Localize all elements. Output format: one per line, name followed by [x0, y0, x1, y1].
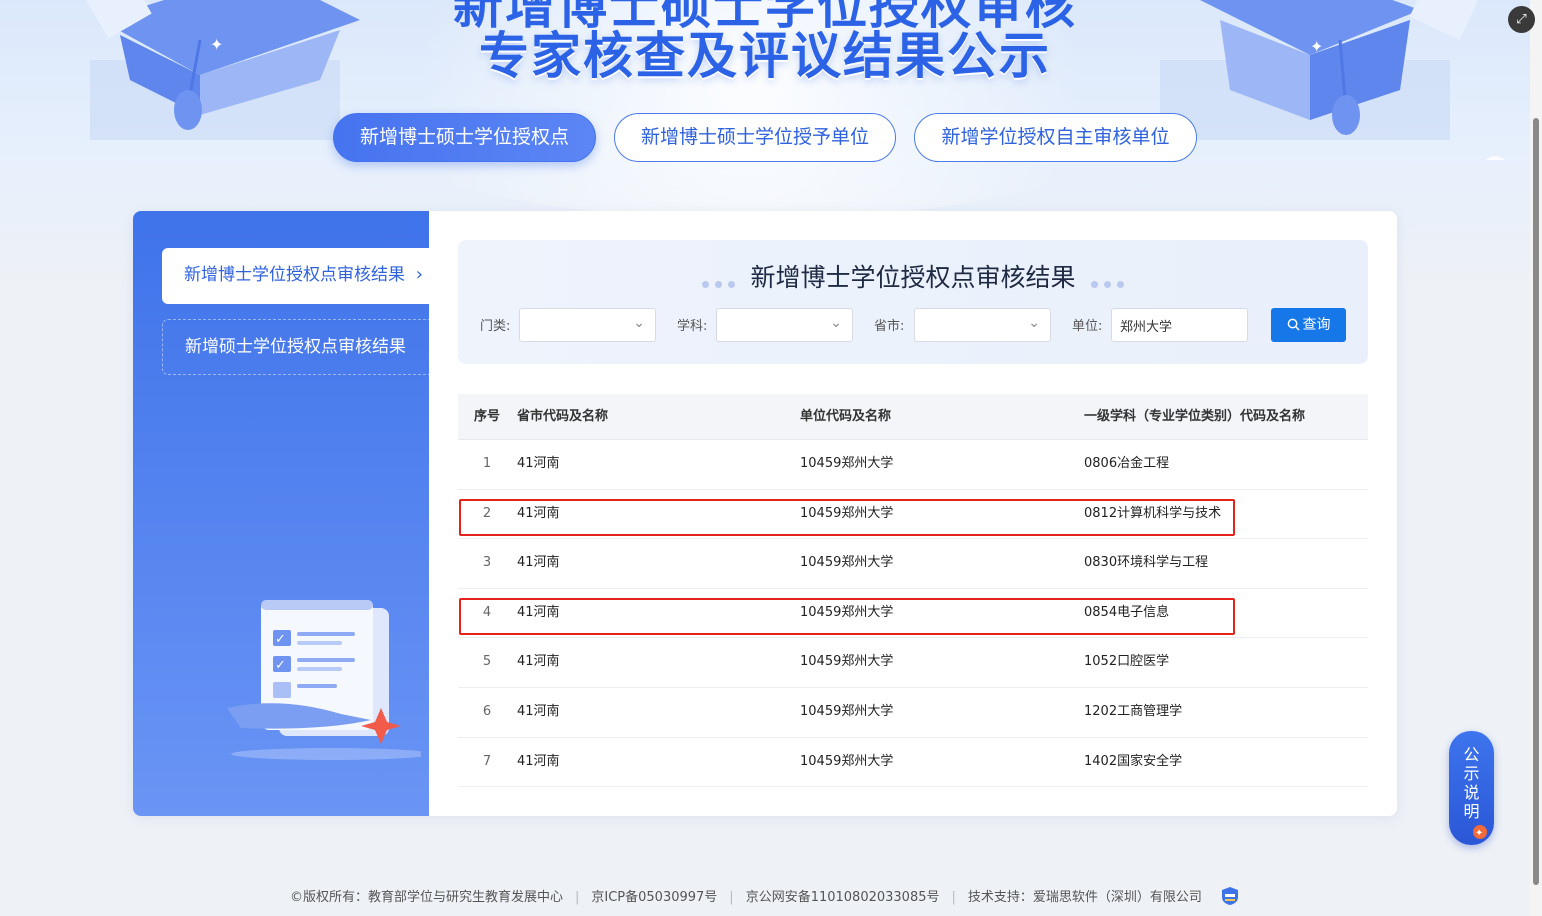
row-subject: 0806冶金工程 [1084, 456, 1170, 471]
footer-icp-link[interactable]: 京ICP备05030997号 [591, 890, 717, 905]
tab-doctoral-master-units[interactable]: 新增博士硕士学位授予单位 [614, 113, 896, 162]
search-icon [1287, 318, 1300, 331]
row-province: 41河南 [517, 604, 560, 620]
row-unit: 10459郑州大学 [800, 604, 894, 620]
table-row: 3 41河南 10459郑州大学 0830环境科学与工程 [458, 539, 1368, 589]
table-row: 5 41河南 10459郑州大学 1052口腔医学 [458, 638, 1368, 688]
svg-text:✓: ✓ [275, 632, 286, 647]
notice-char: 明 [1463, 802, 1480, 821]
gov-badge-icon[interactable] [1220, 886, 1240, 906]
footer-separator: | [729, 890, 734, 905]
row-province: 41河南 [517, 505, 560, 521]
row-unit: 10459郑州大学 [800, 456, 894, 471]
row-subject: 0830环境科学与工程 [1084, 555, 1209, 571]
row-subject: 1202工商管理学 [1084, 703, 1183, 719]
panel-title: 新增博士学位授权点审核结果 [750, 263, 1076, 292]
row-province: 41河南 [517, 555, 560, 571]
footer-separator: | [951, 890, 956, 905]
row-unit: 10459郑州大学 [800, 753, 894, 769]
province-label: 省市: [874, 319, 905, 334]
scrollbar[interactable] [1530, 0, 1542, 916]
row-province: 41河南 [517, 456, 560, 471]
spark-icon: ✦ [1473, 825, 1487, 839]
category-select[interactable]: ⌄ [519, 308, 656, 342]
chevron-down-icon: ⌄ [1028, 315, 1040, 331]
filter-panel: 新增博士学位授权点审核结果 门类: ⌄ 学科: ⌄ 省市: ⌄ 单位: 查询 [458, 240, 1368, 364]
table-row: 2 41河南 10459郑州大学 0812计算机科学与技术 [458, 490, 1368, 540]
row-unit: 10459郑州大学 [800, 555, 894, 571]
subject-select[interactable]: ⌄ [716, 308, 853, 342]
table-header: 序号 省市代码及名称 单位代码及名称 一级学科（专业学位类别）代码及名称 [458, 394, 1368, 440]
row-unit: 10459郑州大学 [800, 703, 894, 719]
svg-text:✓: ✓ [275, 658, 286, 673]
row-province: 41河南 [517, 703, 560, 719]
scrollbar-thumb[interactable] [1533, 118, 1539, 885]
notice-explanation-button[interactable]: 公 示 说 明 ✦ [1449, 731, 1494, 845]
sidebar-item-label: 新增博士学位授权点审核结果 [184, 265, 405, 285]
results-table: 序号 省市代码及名称 单位代码及名称 一级学科（专业学位类别）代码及名称 1 4… [458, 394, 1368, 788]
subject-label: 学科: [677, 319, 708, 334]
decorative-dots-icon [699, 265, 738, 294]
tab-doctoral-master-points[interactable]: 新增博士硕士学位授权点 [333, 113, 596, 162]
header-subject: 一级学科（专业学位类别）代码及名称 [1084, 409, 1306, 424]
expand-icon[interactable]: ⤢ [1508, 6, 1535, 33]
sidebar-item-label: 新增硕士学位授权点审核结果 [185, 337, 406, 357]
row-no: 2 [482, 505, 492, 521]
chevron-right-icon: › [415, 264, 423, 285]
chevron-down-icon: ⌄ [633, 315, 645, 331]
notice-char: 示 [1463, 764, 1480, 783]
svg-text:✦: ✦ [1475, 828, 1483, 839]
query-button[interactable]: 查询 [1271, 308, 1346, 342]
row-no: 7 [482, 753, 492, 769]
query-button-label: 查询 [1302, 317, 1331, 333]
footer-separator: | [574, 890, 580, 905]
sidebar-item-doctoral-results[interactable]: 新增博士学位授权点审核结果 › [162, 248, 429, 304]
chevron-down-icon: ⌄ [830, 315, 842, 331]
tab-self-review-units[interactable]: 新增学位授权自主审核单位 [914, 113, 1197, 162]
table-row: 4 41河南 10459郑州大学 0854电子信息 [458, 589, 1368, 639]
table-row: 1 41河南 10459郑州大学 0806冶金工程 [458, 440, 1368, 490]
sidebar: 新增博士学位授权点审核结果 › 新增硕士学位授权点审核结果 ✓ ✓ [133, 211, 429, 816]
notice-char: 说 [1463, 783, 1480, 802]
header-no: 序号 [473, 409, 500, 424]
row-no: 6 [482, 703, 492, 719]
checklist-illustration-icon: ✓ ✓ [227, 600, 421, 760]
header-province: 省市代码及名称 [517, 409, 609, 424]
row-subject: 0854电子信息 [1084, 604, 1170, 620]
header-unit: 单位代码及名称 [800, 409, 892, 424]
unit-input[interactable] [1111, 308, 1248, 342]
row-province: 41河南 [517, 753, 560, 769]
row-no: 4 [482, 604, 492, 620]
footer-police-link[interactable]: 京公网安备11010802033085号 [746, 890, 940, 905]
footer-copyright: ©版权所有：教育部学位与研究生教育发展中心 [289, 890, 563, 905]
category-label: 门类: [480, 319, 511, 334]
table-row: 6 41河南 10459郑州大学 1202工商管理学 [458, 688, 1368, 738]
province-select[interactable]: ⌄ [914, 308, 1051, 342]
row-no: 5 [482, 654, 492, 670]
notice-char: 公 [1463, 745, 1480, 764]
decorative-dots-icon [1088, 265, 1127, 294]
hero-title: 专家核查及评议结果公示 [479, 27, 1051, 85]
row-no: 3 [482, 555, 492, 571]
row-no: 1 [482, 456, 492, 471]
row-province: 41河南 [517, 654, 560, 670]
row-subject: 1052口腔医学 [1084, 654, 1170, 670]
footer: ©版权所有：教育部学位与研究生教育发展中心 | 京ICP备05030997号 | 京公网… [0, 886, 1530, 906]
sidebar-item-master-results[interactable]: 新增硕士学位授权点审核结果 [162, 319, 429, 375]
unit-label: 单位: [1072, 319, 1103, 334]
row-unit: 10459郑州大学 [800, 654, 894, 670]
row-unit: 10459郑州大学 [800, 505, 894, 521]
footer-tech: 技术支持：爱瑞思软件（深圳）有限公司 [967, 890, 1202, 905]
row-subject: 1402国家安全学 [1084, 753, 1183, 769]
panel-title-row: 新增博士学位授权点审核结果 [458, 258, 1368, 294]
main-card: 新增博士学位授权点审核结果 › 新增硕士学位授权点审核结果 ✓ ✓ 新增博士学位… [133, 211, 1397, 816]
table-row: 7 41河南 10459郑州大学 1402国家安全学 [458, 738, 1368, 788]
row-subject: 0812计算机科学与技术 [1084, 505, 1222, 521]
